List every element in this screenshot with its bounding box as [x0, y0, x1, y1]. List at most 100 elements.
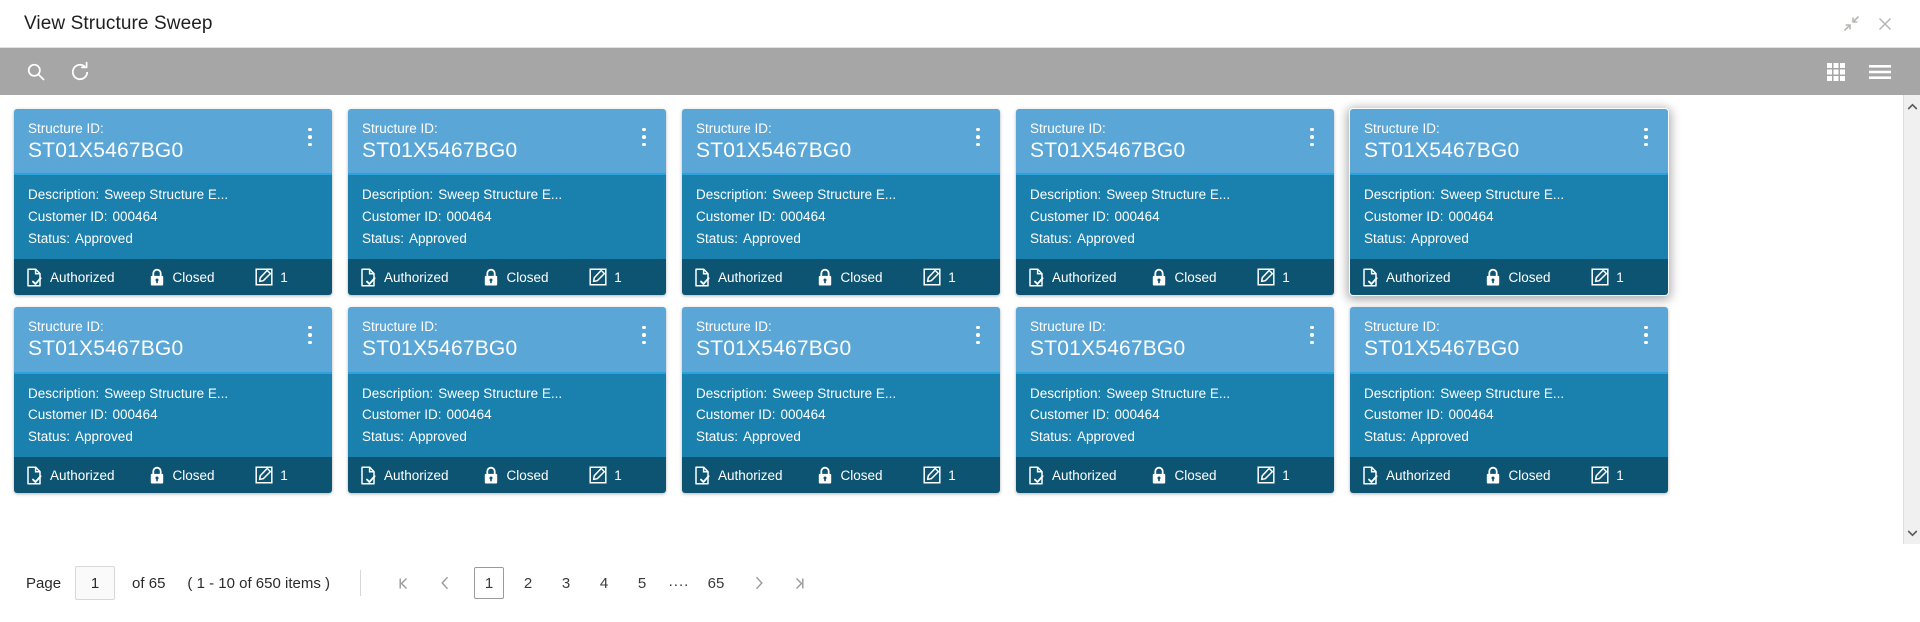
card-footer: Authorized Closed 1 — [1016, 259, 1334, 296]
kebab-menu-icon[interactable] — [635, 123, 653, 151]
structure-card[interactable]: Structure ID: ST01X5467BG0 Description: S… — [1350, 307, 1668, 494]
page-number-button[interactable]: 2 — [514, 568, 542, 598]
authorized-status[interactable]: Authorized — [26, 267, 149, 287]
structure-card[interactable]: Structure ID: ST01X5467BG0 Description: S… — [1016, 307, 1334, 494]
structure-card[interactable]: Structure ID: ST01X5467BG0 Description: S… — [1350, 109, 1668, 296]
customer-id-label: Customer ID: — [28, 209, 108, 225]
closed-status[interactable]: Closed — [149, 466, 255, 485]
kebab-menu-icon[interactable] — [1637, 321, 1655, 349]
description-value: Sweep Structure E... — [1440, 187, 1565, 203]
list-view-icon[interactable] — [1858, 50, 1902, 94]
padlock-closed-icon — [1485, 268, 1501, 287]
scroll-up-icon[interactable] — [1904, 98, 1920, 115]
customer-id-value: 000464 — [1114, 209, 1160, 225]
description-row: Description: Sweep Structure E... — [1364, 383, 1654, 405]
closed-status[interactable]: Closed — [149, 268, 255, 287]
authorized-status[interactable]: Authorized — [694, 466, 817, 485]
edit-square-icon — [923, 268, 941, 286]
authorized-status[interactable]: Authorized — [26, 466, 149, 485]
close-icon[interactable] — [1868, 7, 1902, 41]
collapse-arrows-icon[interactable] — [1834, 7, 1868, 41]
closed-status[interactable]: Closed — [817, 466, 923, 485]
edit-count-item[interactable]: 1 — [923, 466, 988, 484]
structure-card[interactable]: Structure ID: ST01X5467BG0 Description: S… — [1016, 109, 1334, 296]
structure-id-value: ST01X5467BG0 — [696, 139, 852, 163]
closed-status[interactable]: Closed — [1485, 466, 1591, 485]
vertical-scrollbar[interactable] — [1903, 95, 1920, 544]
scroll-down-icon[interactable] — [1904, 524, 1920, 541]
structure-card[interactable]: Structure ID: ST01X5467BG0 Description: S… — [682, 109, 1000, 296]
closed-status[interactable]: Closed — [1485, 268, 1591, 287]
last-page-icon[interactable] — [783, 566, 817, 600]
padlock-closed-icon — [149, 268, 165, 287]
previous-page-icon[interactable] — [428, 566, 462, 600]
edit-count-item[interactable]: 1 — [255, 268, 320, 286]
structure-card[interactable]: Structure ID: ST01X5467BG0 Description: S… — [348, 307, 666, 494]
card-body: Description: Sweep Structure E... Custome… — [348, 175, 666, 260]
closed-status[interactable]: Closed — [817, 268, 923, 287]
structure-id-label: Structure ID: — [28, 121, 104, 136]
search-icon[interactable] — [14, 50, 58, 94]
authorized-label: Authorized — [718, 269, 783, 285]
authorized-status[interactable]: Authorized — [360, 267, 483, 287]
page-number-button[interactable]: 1 — [473, 567, 504, 599]
edit-count-item[interactable]: 1 — [255, 466, 320, 484]
page-number-button[interactable]: 3 — [552, 568, 580, 598]
description-value: Sweep Structure E... — [104, 187, 229, 203]
card-header: Structure ID: ST01X5467BG0 — [1350, 109, 1668, 176]
closed-status[interactable]: Closed — [1151, 466, 1257, 485]
structure-id-value: ST01X5467BG0 — [1364, 139, 1520, 163]
content-area: Structure ID: ST01X5467BG0 Description: S… — [0, 95, 1920, 544]
structure-card[interactable]: Structure ID: ST01X5467BG0 Description: S… — [14, 307, 332, 494]
structure-card[interactable]: Structure ID: ST01X5467BG0 Description: S… — [682, 307, 1000, 494]
structure-card[interactable]: Structure ID: ST01X5467BG0 Description: S… — [14, 109, 332, 296]
edit-count-item[interactable]: 1 — [1257, 466, 1322, 484]
last-page-number-button[interactable]: 65 — [702, 568, 730, 598]
status-row: Status: Approved — [28, 426, 318, 448]
kebab-menu-icon[interactable] — [1303, 123, 1321, 151]
customer-id-label: Customer ID: — [362, 209, 442, 225]
edit-count-item[interactable]: 1 — [1257, 268, 1322, 286]
kebab-menu-icon[interactable] — [301, 321, 319, 349]
closed-status[interactable]: Closed — [483, 466, 589, 485]
status-row: Status: Approved — [362, 228, 652, 250]
authorized-status[interactable]: Authorized — [1028, 267, 1151, 287]
refresh-icon[interactable] — [58, 50, 102, 94]
kebab-menu-icon[interactable] — [301, 123, 319, 151]
first-page-icon[interactable] — [387, 566, 421, 600]
page-number-button[interactable]: 4 — [590, 568, 618, 598]
edit-count-item[interactable]: 1 — [589, 466, 654, 484]
edit-count-item[interactable]: 1 — [1591, 466, 1656, 484]
closed-status[interactable]: Closed — [1151, 268, 1257, 287]
authorized-label: Authorized — [384, 467, 449, 483]
kebab-menu-icon[interactable] — [1637, 123, 1655, 151]
authorized-status[interactable]: Authorized — [1028, 466, 1151, 485]
edit-count-item[interactable]: 1 — [1591, 268, 1656, 286]
authorized-status[interactable]: Authorized — [694, 267, 817, 287]
status-label: Status: — [28, 429, 71, 445]
customer-id-label: Customer ID: — [1030, 209, 1110, 225]
kebab-menu-icon[interactable] — [1303, 321, 1321, 349]
kebab-menu-icon[interactable] — [969, 321, 987, 349]
page-number-button[interactable]: 5 — [628, 568, 656, 598]
customer-id-value: 000464 — [1448, 209, 1494, 225]
closed-label: Closed — [840, 467, 883, 483]
kebab-menu-icon[interactable] — [969, 123, 987, 151]
kebab-menu-icon[interactable] — [635, 321, 653, 349]
structure-id-value: ST01X5467BG0 — [362, 139, 518, 163]
customer-id-row: Customer ID: 000464 — [362, 206, 652, 228]
customer-id-row: Customer ID: 000464 — [1364, 206, 1654, 228]
grid-view-icon[interactable] — [1814, 50, 1858, 94]
structure-card[interactable]: Structure ID: ST01X5467BG0 Description: S… — [348, 109, 666, 296]
closed-status[interactable]: Closed — [483, 268, 589, 287]
page-number-input[interactable] — [75, 566, 116, 600]
authorized-status[interactable]: Authorized — [360, 466, 483, 485]
authorized-status[interactable]: Authorized — [1362, 267, 1485, 287]
authorized-status[interactable]: Authorized — [1362, 466, 1485, 485]
scrollbar-track[interactable] — [1904, 115, 1920, 524]
edit-count-item[interactable]: 1 — [589, 268, 654, 286]
closed-label: Closed — [1174, 269, 1217, 285]
next-page-icon[interactable] — [742, 566, 776, 600]
status-value: Approved — [1411, 429, 1469, 445]
edit-count-item[interactable]: 1 — [923, 268, 988, 286]
